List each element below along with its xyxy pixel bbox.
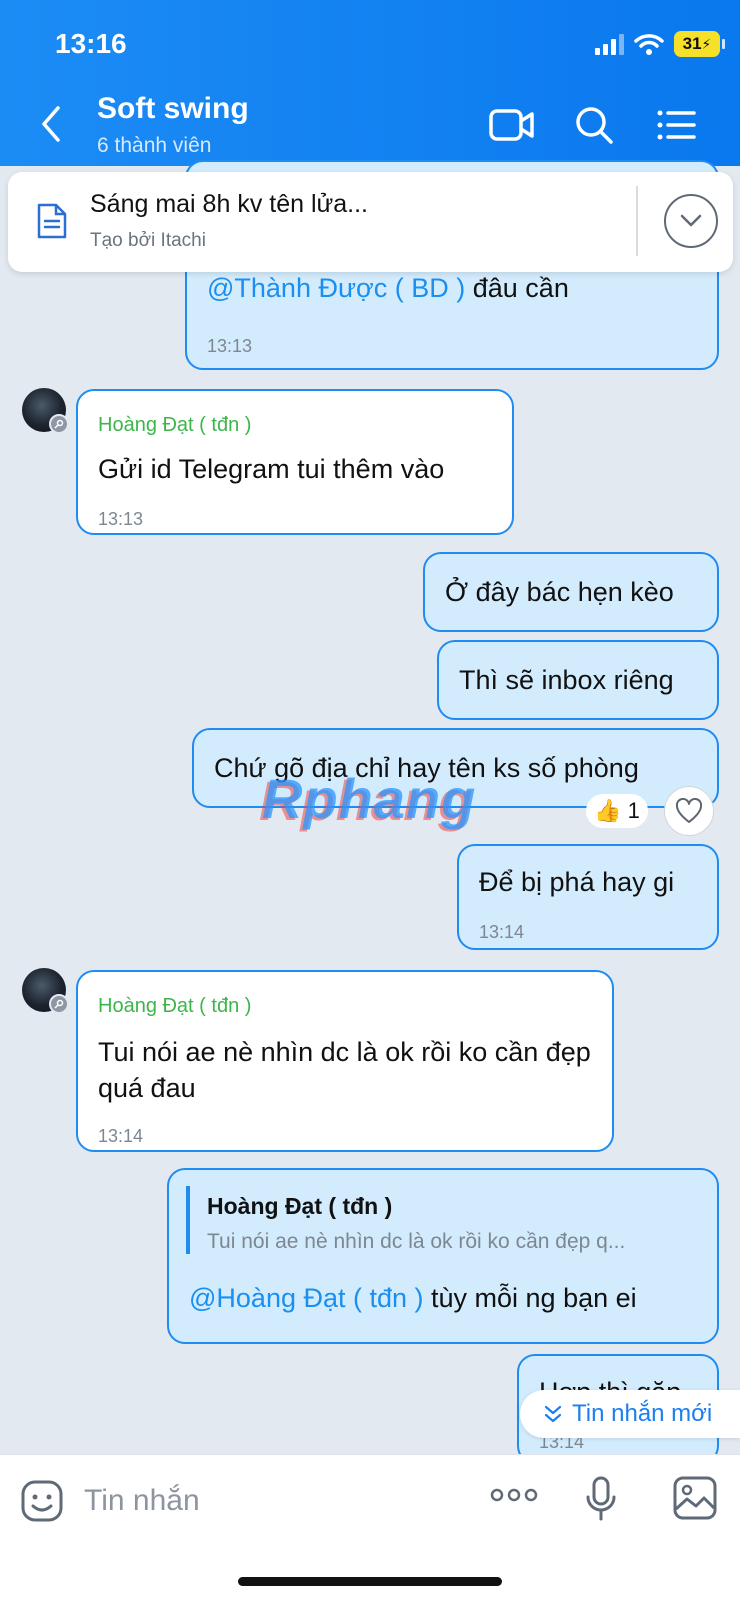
message-bubble-incoming[interactable]: Hoàng Đạt ( tđn ) Tui nói ae nè nhìn dc … xyxy=(76,970,614,1152)
message-bubble-incoming[interactable]: Hoàng Đạt ( tđn ) Gửi id Telegram tui th… xyxy=(76,389,514,535)
thumbs-up-icon: 👍 xyxy=(594,798,622,823)
expand-pinned-button[interactable] xyxy=(664,194,718,248)
message-time: 13:14 xyxy=(479,922,525,942)
battery-level: 31 xyxy=(682,34,702,53)
microphone-icon[interactable] xyxy=(584,1475,618,1523)
message-text: Tui nói ae nè nhìn dc là ok rồi ko cần đ… xyxy=(98,1037,591,1103)
avatar[interactable] xyxy=(22,968,69,1014)
status-icons: 31 ⚡ xyxy=(595,30,725,58)
sticker-icon[interactable] xyxy=(20,1479,64,1523)
chat-header: 13:16 31 ⚡ Soft swing 6 thành viên xyxy=(0,0,740,166)
video-call-icon[interactable] xyxy=(488,102,536,148)
key-badge-icon xyxy=(49,414,69,434)
status-time: 13:16 xyxy=(55,28,127,59)
divider xyxy=(636,186,638,256)
reaction-badge[interactable]: 👍 1 xyxy=(586,794,648,828)
chat-title[interactable]: Soft swing xyxy=(97,92,249,126)
new-messages-label: Tin nhắn mới xyxy=(572,1400,713,1427)
chevron-down-icon xyxy=(680,214,702,227)
wifi-icon xyxy=(634,34,664,55)
battery-icon: 31 ⚡ xyxy=(674,31,725,57)
message-text: Ở đây bác hẹn kèo xyxy=(445,577,674,607)
pinned-message[interactable]: Sáng mai 8h kv tên lửa... Tạo bởi Itachi xyxy=(8,172,733,272)
message-text: @Thành Được ( BD ) đâu cần xyxy=(207,270,569,306)
back-icon[interactable] xyxy=(36,104,66,144)
message-bubble-outgoing[interactable]: Để bị phá hay gi 13:14 xyxy=(457,844,719,950)
message-bubble-outgoing[interactable]: Hoàng Đạt ( tđn ) Tui nói ae nè nhìn dc … xyxy=(167,1168,719,1344)
message-time: 13:13 xyxy=(207,336,253,356)
message-time: 13:14 xyxy=(98,1126,144,1146)
message-bubble-outgoing[interactable]: Ở đây bác hẹn kèo xyxy=(423,552,719,632)
document-icon xyxy=(37,203,67,239)
message-text: Gửi id Telegram tui thêm vào xyxy=(98,454,445,484)
watermark-logo: Rphang xyxy=(262,767,477,830)
mention-link[interactable]: @Hoàng Đạt ( tđn ) xyxy=(189,1283,424,1313)
message-input-bar xyxy=(0,1454,740,1600)
member-count[interactable]: 6 thành viên xyxy=(97,134,211,158)
key-badge-icon xyxy=(49,994,69,1014)
reply-preview[interactable]: Tui nói ae nè nhìn dc là ok rồi ko cần đ… xyxy=(207,1224,625,1260)
heart-icon xyxy=(675,798,703,823)
avatar[interactable] xyxy=(22,388,69,434)
search-icon[interactable] xyxy=(570,102,618,148)
more-options-icon[interactable] xyxy=(490,1485,538,1505)
menu-list-icon[interactable] xyxy=(652,102,700,148)
reply-sender: Hoàng Đạt ( tđn ) xyxy=(207,1193,393,1219)
sender-name[interactable]: Hoàng Đạt ( tđn ) xyxy=(98,407,251,443)
reply-quote-bar xyxy=(186,1186,190,1254)
reaction-count: 1 xyxy=(627,798,640,823)
message-text-rest: đâu cần xyxy=(465,273,569,303)
double-chevron-down-icon xyxy=(544,1405,562,1423)
react-button[interactable] xyxy=(664,786,714,836)
pinned-creator: Tạo bởi Itachi xyxy=(90,230,206,251)
sender-name[interactable]: Hoàng Đạt ( tđn ) xyxy=(98,988,251,1024)
image-icon[interactable] xyxy=(672,1475,718,1521)
mention-link[interactable]: @Thành Được ( BD ) xyxy=(207,273,465,303)
pinned-text: Sáng mai 8h kv tên lửa... xyxy=(90,190,368,218)
message-bubble-outgoing[interactable]: Thì sẽ inbox riêng xyxy=(437,640,719,720)
message-text: Thì sẽ inbox riêng xyxy=(459,665,674,695)
message-time: 13:13 xyxy=(98,509,144,529)
new-messages-button[interactable]: Tin nhắn mới xyxy=(520,1390,740,1438)
signal-icon xyxy=(595,33,624,55)
message-text: Để bị phá hay gi xyxy=(479,867,675,897)
message-text: @Hoàng Đạt ( tđn ) tùy mỗi ng bạn ei xyxy=(189,1280,637,1316)
home-indicator xyxy=(238,1577,502,1586)
message-input[interactable] xyxy=(84,1479,464,1523)
message-text-rest: tùy mỗi ng bạn ei xyxy=(423,1283,637,1313)
